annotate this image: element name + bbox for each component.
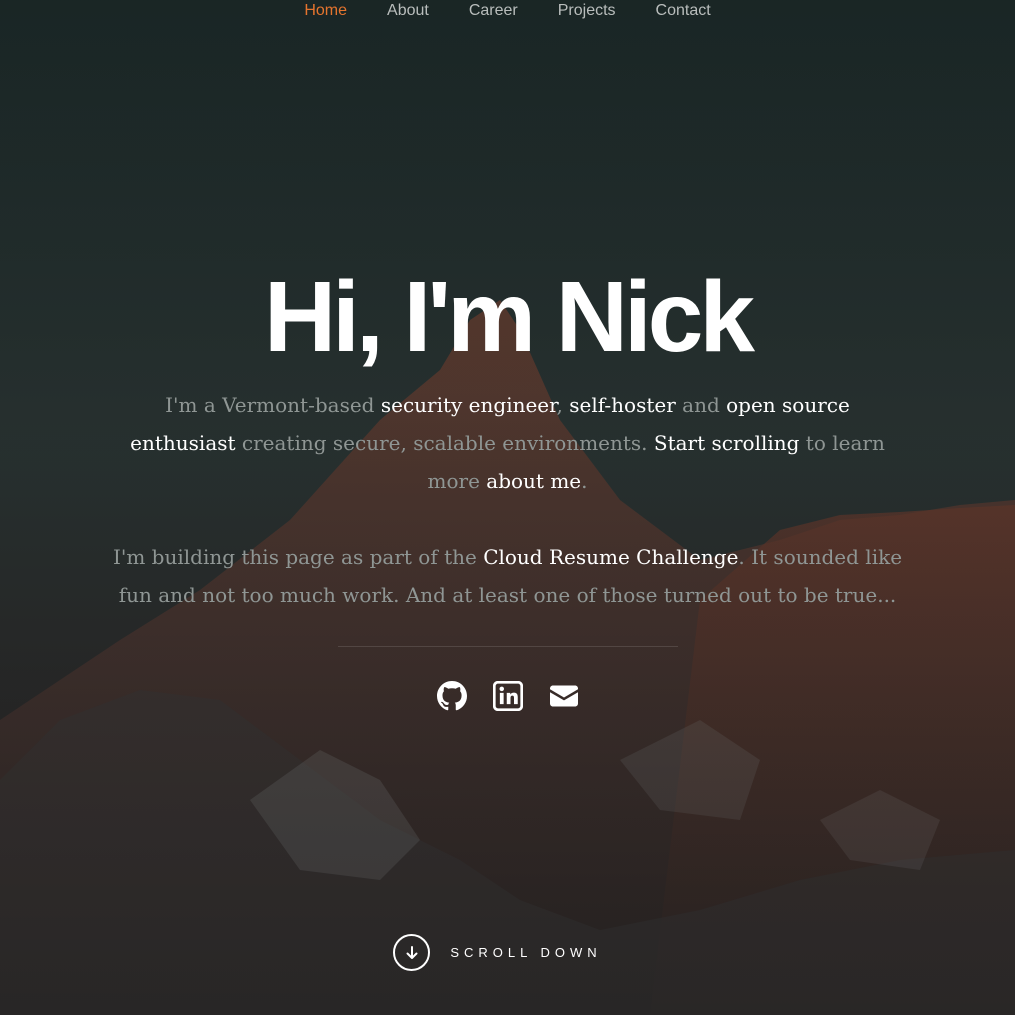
nav-link-about[interactable]: About bbox=[367, 0, 449, 24]
start-scrolling-link[interactable]: Start scrolling bbox=[654, 431, 800, 455]
github-icon bbox=[436, 681, 467, 711]
lead-text: creating secure, scalable environments. bbox=[235, 431, 654, 455]
challenge-paragraph: I'm building this page as part of the Cl… bbox=[113, 538, 903, 614]
about-me-link[interactable]: about me bbox=[486, 469, 581, 493]
nav-link-projects[interactable]: Projects bbox=[538, 0, 636, 24]
intro-paragraph: I'm a Vermont-based security engineer, s… bbox=[128, 386, 888, 500]
lead-highlight-self-hoster: self-hoster bbox=[569, 393, 676, 417]
divider bbox=[337, 646, 678, 647]
github-link[interactable] bbox=[436, 681, 467, 711]
linkedin-icon bbox=[492, 681, 523, 711]
cloud-resume-challenge-link[interactable]: Cloud Resume Challenge bbox=[483, 545, 738, 569]
lead-text: I'm building this page as part of the bbox=[112, 545, 484, 569]
arrow-down-circle-icon bbox=[393, 934, 431, 971]
intro-block: Hi, I'm Nick I'm a Vermont-based securit… bbox=[0, 262, 1015, 711]
lead-text: . bbox=[581, 469, 588, 493]
linkedin-link[interactable] bbox=[492, 681, 523, 711]
email-link[interactable] bbox=[549, 681, 579, 711]
lead-highlight-security-engineer: security engineer bbox=[380, 393, 557, 417]
envelope-icon bbox=[549, 685, 578, 707]
hero-section: Home About Career Projects Contact Hi, I… bbox=[0, 0, 1015, 1015]
lead-text: , bbox=[556, 393, 570, 417]
nav-link-contact[interactable]: Contact bbox=[636, 0, 731, 24]
page-title: Hi, I'm Nick bbox=[263, 261, 755, 373]
lead-text: I'm a Vermont-based bbox=[165, 393, 381, 417]
scroll-down-button[interactable]: SCROLL DOWN bbox=[0, 934, 1015, 971]
nav-link-home[interactable]: Home bbox=[284, 0, 367, 24]
main-nav: Home About Career Projects Contact bbox=[0, 0, 1015, 24]
social-links bbox=[0, 681, 1015, 711]
lead-text: and bbox=[675, 393, 727, 417]
scroll-down-label: SCROLL DOWN bbox=[450, 945, 602, 960]
nav-link-career[interactable]: Career bbox=[449, 0, 538, 24]
